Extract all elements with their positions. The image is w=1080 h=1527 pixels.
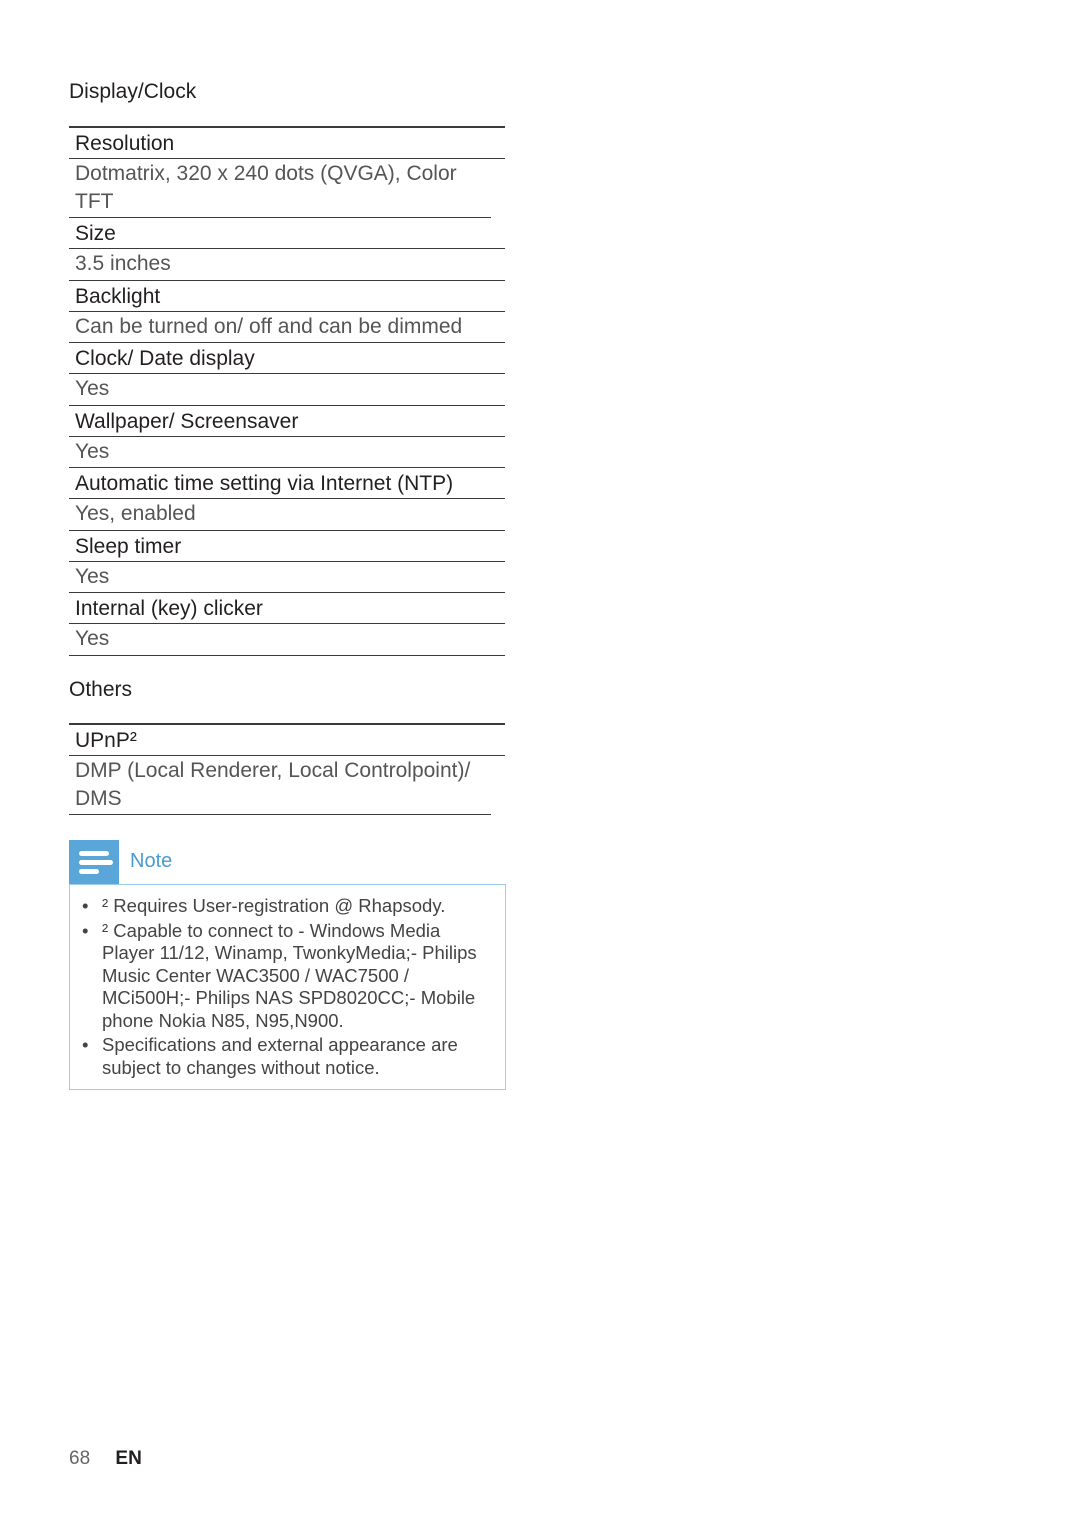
- spec-value: Yes: [69, 374, 505, 406]
- note-item-text: ² Capable to connect to - Windows Media …: [102, 919, 477, 1031]
- note-item: • Specifications and external appearance …: [80, 1034, 495, 1079]
- spec-value: 3.5 inches: [69, 249, 505, 281]
- language-code: EN: [115, 1448, 142, 1469]
- spec-label: Size: [69, 218, 505, 249]
- spec-label: Wallpaper/ Screensaver: [69, 406, 505, 437]
- spec-label: Automatic time setting via Internet (NTP…: [69, 468, 505, 499]
- section-title-display-clock: Display/Clock: [69, 80, 197, 103]
- spec-label: Sleep timer: [69, 531, 505, 562]
- spec-value: Dotmatrix, 320 x 240 dots (QVGA), Color …: [69, 159, 491, 218]
- spec-value: Yes, enabled: [69, 499, 505, 531]
- note-lines-icon: [69, 840, 119, 884]
- display-clock-spec-table: Resolution Dotmatrix, 320 x 240 dots (QV…: [69, 126, 505, 656]
- spec-label: UPnP²: [69, 725, 505, 756]
- spec-label: Internal (key) clicker: [69, 593, 505, 624]
- page-number: 68: [69, 1448, 91, 1469]
- bullet: •: [82, 919, 89, 941]
- note-box: Note • ² Requires User-registration @ Rha…: [69, 840, 506, 1090]
- spec-value: Can be turned on/ off and can be dimmed: [69, 312, 505, 343]
- note-item-text: Specifications and external appearance a…: [102, 1034, 458, 1078]
- note-body: • ² Requires User-registration @ Rhapsody…: [69, 884, 506, 1090]
- spec-label: Backlight: [69, 281, 505, 312]
- others-spec-table: UPnP² DMP (Local Renderer, Local Control…: [69, 723, 505, 815]
- spec-label: Resolution: [69, 128, 505, 159]
- bullet: •: [82, 1034, 89, 1055]
- spec-value: Yes: [69, 562, 505, 593]
- spec-value: Yes: [69, 624, 505, 656]
- spec-label: Clock/ Date display: [69, 343, 505, 374]
- section-title-others: Others: [69, 678, 133, 701]
- note-item: • ² Capable to connect to - Windows Media…: [80, 920, 495, 1033]
- note-header: Note: [69, 840, 506, 884]
- page-footer: 68 EN: [69, 1448, 142, 1470]
- bullet: •: [82, 895, 89, 916]
- spec-value: Yes: [69, 437, 505, 468]
- note-title: Note: [130, 850, 173, 872]
- note-item-text: ² Requires User-registration @ Rhapsody.: [102, 895, 446, 916]
- spec-value: DMP (Local Renderer, Local Controlpoint)…: [69, 756, 491, 815]
- note-item: • ² Requires User-registration @ Rhapsody…: [80, 895, 495, 918]
